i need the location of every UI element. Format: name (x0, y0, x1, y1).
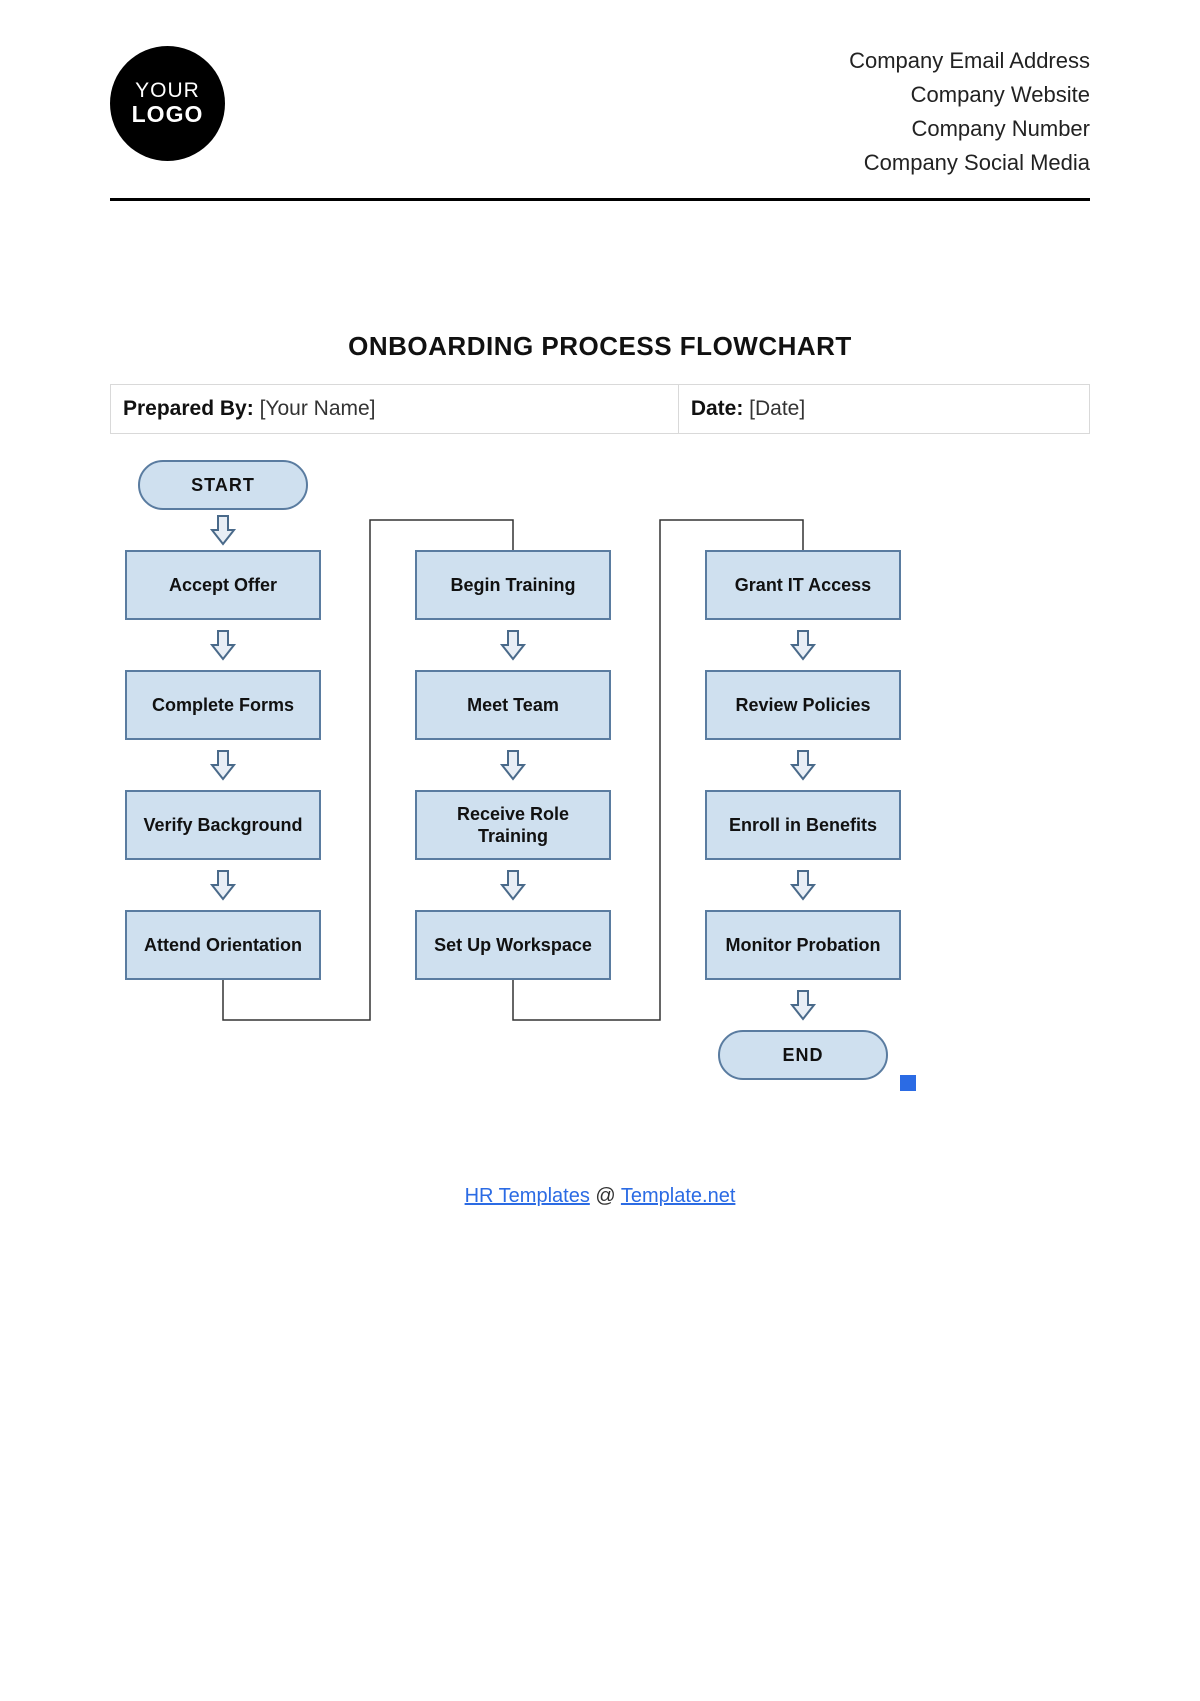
prepared-by-label: Prepared By: (123, 397, 254, 420)
company-social: Company Social Media (849, 146, 1090, 180)
header-divider (110, 198, 1090, 201)
node-receive-role-training: Receive Role Training (415, 790, 611, 860)
logo-placeholder: YOUR LOGO (110, 46, 225, 161)
company-email: Company Email Address (849, 44, 1090, 78)
node-label: Meet Team (467, 694, 559, 717)
node-set-up-workspace: Set Up Workspace (415, 910, 611, 980)
node-label: Complete Forms (152, 694, 294, 717)
flowchart-canvas: START Accept Offer Complete Forms Verify… (110, 460, 1090, 1190)
node-attend-orientation: Attend Orientation (125, 910, 321, 980)
selection-handle-icon (900, 1075, 916, 1091)
node-grant-it-access: Grant IT Access (705, 550, 901, 620)
prepared-by-cell: Prepared By: [Your Name] (111, 385, 679, 434)
company-website: Company Website (849, 78, 1090, 112)
document-title: ONBOARDING PROCESS FLOWCHART (110, 331, 1090, 362)
node-label: Set Up Workspace (434, 934, 592, 957)
node-label: Grant IT Access (735, 574, 871, 597)
node-verify-background: Verify Background (125, 790, 321, 860)
company-info-block: Company Email Address Company Website Co… (849, 40, 1090, 180)
footer-at: @ (590, 1185, 621, 1207)
meta-table: Prepared By: [Your Name] Date: [Date] (110, 384, 1090, 434)
node-start-label: START (191, 474, 255, 497)
node-label: Receive Role Training (425, 803, 601, 848)
node-label: Monitor Probation (726, 934, 881, 957)
template-net-link[interactable]: Template.net (621, 1185, 736, 1207)
date-cell: Date: [Date] (678, 385, 1089, 434)
node-label: Review Policies (735, 694, 870, 717)
node-review-policies: Review Policies (705, 670, 901, 740)
node-end-label: END (782, 1044, 823, 1067)
node-label: Verify Background (143, 814, 302, 837)
node-end: END (718, 1030, 888, 1080)
date-label: Date: (691, 397, 744, 420)
logo-line1: YOUR (135, 80, 200, 102)
logo-line2: LOGO (132, 102, 204, 126)
node-meet-team: Meet Team (415, 670, 611, 740)
node-complete-forms: Complete Forms (125, 670, 321, 740)
footer-attribution: HR Templates @ Template.net (0, 1185, 1200, 1208)
company-number: Company Number (849, 112, 1090, 146)
prepared-by-value: [Your Name] (260, 397, 376, 420)
node-label: Attend Orientation (144, 934, 302, 957)
node-begin-training: Begin Training (415, 550, 611, 620)
node-label: Accept Offer (169, 574, 277, 597)
node-enroll-in-benefits: Enroll in Benefits (705, 790, 901, 860)
node-label: Begin Training (450, 574, 575, 597)
date-value: [Date] (749, 397, 805, 420)
document-header: YOUR LOGO Company Email Address Company … (110, 40, 1090, 180)
node-start: START (138, 460, 308, 510)
hr-templates-link[interactable]: HR Templates (465, 1185, 590, 1207)
node-accept-offer: Accept Offer (125, 550, 321, 620)
node-monitor-probation: Monitor Probation (705, 910, 901, 980)
node-label: Enroll in Benefits (729, 814, 877, 837)
